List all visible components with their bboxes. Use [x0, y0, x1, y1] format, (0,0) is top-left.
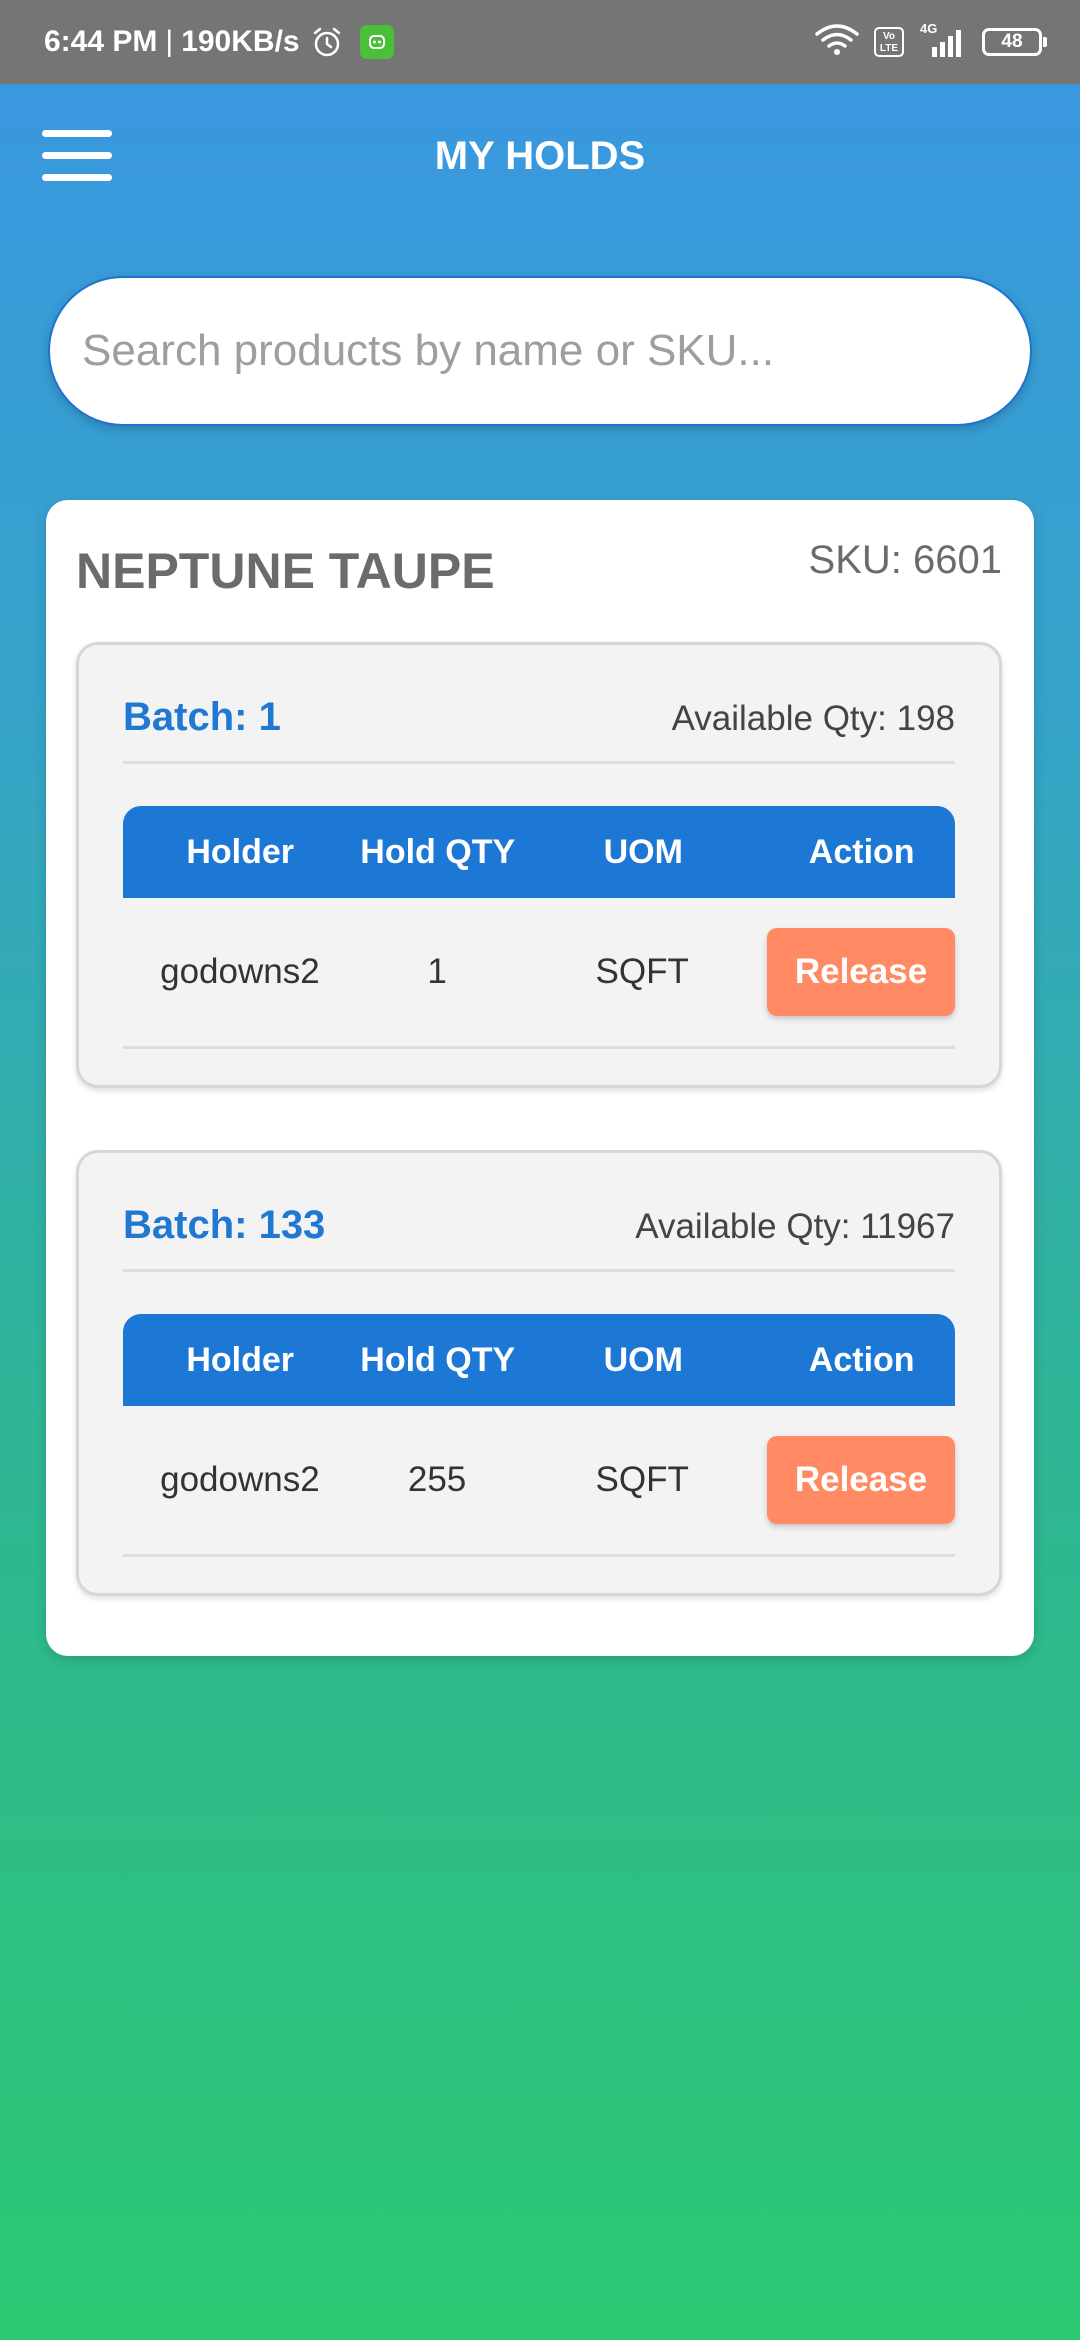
cell-holder: godowns2 — [160, 1460, 320, 1499]
status-separator: | — [165, 25, 174, 58]
column-header-action: Action — [808, 1340, 915, 1379]
status-time: 6:44 PM — [44, 25, 158, 58]
search-box — [48, 276, 1032, 426]
batch-card: Batch: 1 Available Qty: 198 Holder Hold … — [76, 642, 1002, 1088]
table-header: Holder Hold QTY UOM Action — [123, 806, 955, 898]
batch-available-qty: Available Qty: 11967 — [635, 1207, 955, 1246]
cell-hold-qty: 255 — [407, 1460, 467, 1499]
release-button[interactable]: Release — [767, 1436, 955, 1524]
column-header-uom: UOM — [603, 1340, 683, 1379]
product-sku: SKU: 6601 — [808, 538, 1002, 582]
battery-level: 48 — [1001, 31, 1023, 52]
release-button[interactable]: Release — [767, 928, 955, 1016]
cell-action: Release — [767, 1436, 955, 1524]
divider — [123, 1269, 955, 1272]
wifi-icon — [814, 23, 860, 62]
cell-hold-qty: 1 — [427, 952, 447, 991]
battery-icon: 48 — [982, 28, 1047, 56]
search-input[interactable] — [50, 278, 1030, 424]
app-notification-icon — [359, 25, 394, 59]
product-name: NEPTUNE TAUPE — [76, 543, 495, 599]
column-header-holder: Holder — [186, 832, 294, 871]
batch-header: Batch: 133 Available Qty: 11967 — [123, 1203, 955, 1265]
status-bar: 6:44 PM | 190KB/s Vo LTE 4G 48 — [0, 0, 1080, 84]
cell-uom: SQFT — [595, 952, 689, 991]
batch-header: Batch: 1 Available Qty: 198 — [123, 695, 955, 757]
status-right: Vo LTE 4G 48 — [814, 0, 1047, 84]
divider — [123, 1046, 955, 1049]
status-network-speed: 190KB/s — [181, 25, 300, 58]
hold-table: Holder Hold QTY UOM Action godowns2 255 … — [123, 1314, 955, 1557]
status-left: 6:44 PM | 190KB/s — [44, 0, 394, 84]
cell-action: Release — [767, 928, 955, 1016]
table-row: godowns2 1 SQFT Release — [123, 898, 955, 1046]
cell-holder: godowns2 — [160, 952, 320, 991]
alarm-icon — [310, 25, 344, 59]
cell-uom: SQFT — [595, 1460, 689, 1499]
column-header-hold-qty: Hold QTY — [360, 832, 516, 871]
page-title: MY HOLDS — [434, 134, 646, 178]
hold-table: Holder Hold QTY UOM Action godowns2 1 SQ… — [123, 806, 955, 1049]
table-header: Holder Hold QTY UOM Action — [123, 1314, 955, 1406]
column-header-uom: UOM — [603, 832, 683, 871]
signal-icon: 4G — [918, 21, 968, 59]
batch-available-qty: Available Qty: 198 — [671, 699, 955, 738]
hamburger-menu-icon[interactable] — [42, 130, 112, 182]
volte-icon: Vo LTE — [874, 27, 904, 57]
batch-card: Batch: 133 Available Qty: 11967 Holder H… — [76, 1150, 1002, 1596]
column-header-hold-qty: Hold QTY — [360, 1340, 516, 1379]
batch-title: Batch: 133 — [123, 1203, 326, 1247]
table-row: godowns2 255 SQFT Release — [123, 1406, 955, 1554]
column-header-holder: Holder — [186, 1340, 294, 1379]
divider — [123, 761, 955, 764]
divider — [123, 1554, 955, 1557]
column-header-action: Action — [808, 832, 915, 871]
batch-title: Batch: 1 — [123, 695, 281, 739]
product-card: NEPTUNE TAUPE SKU: 6601 Batch: 1 Availab… — [46, 500, 1034, 1656]
